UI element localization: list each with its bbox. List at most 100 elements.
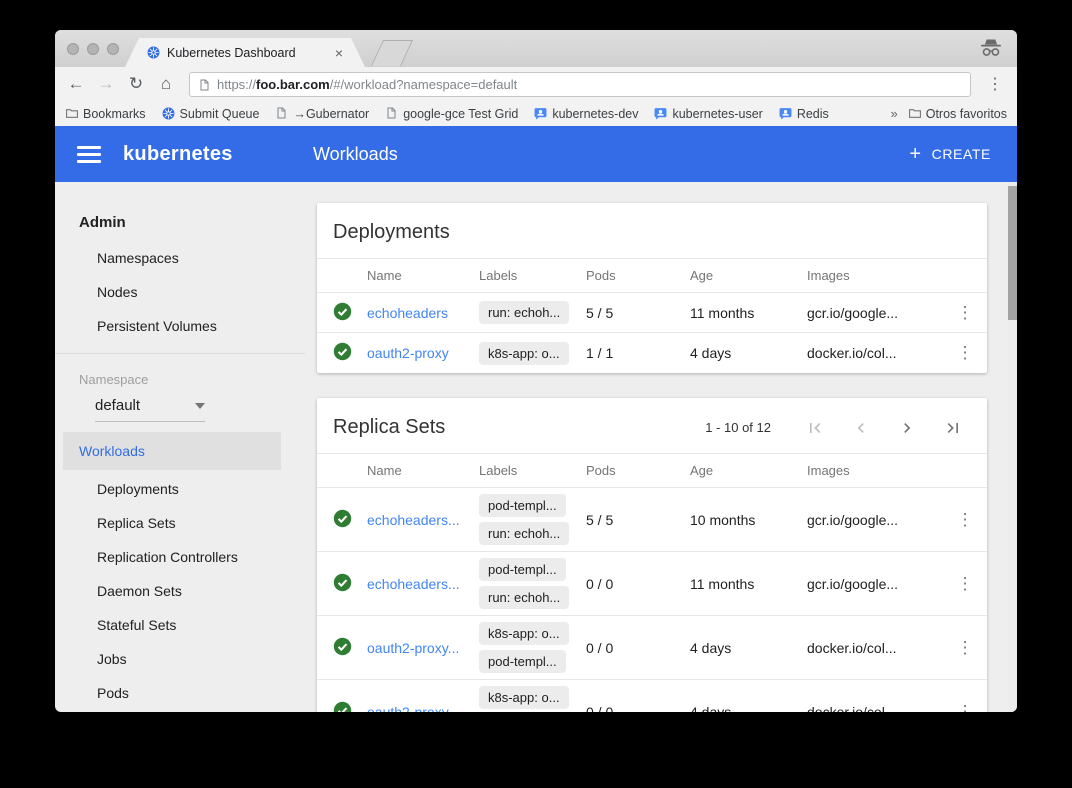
table-row: echoheaders... pod-templ... run: echoh..… <box>317 488 987 552</box>
close-window-button[interactable] <box>67 43 79 55</box>
resource-link[interactable]: echoheaders <box>367 305 479 321</box>
other-bookmarks-folder[interactable]: Otros favoritos <box>908 107 1007 121</box>
card-title: Deployments <box>333 221 971 244</box>
table-row: echoheaders... pod-templ... run: echoh..… <box>317 552 987 616</box>
address-bar[interactable]: https://foo.bar.com/#/workload?namespace… <box>189 72 971 97</box>
bookmark-gubernator[interactable]: →Gubernator <box>275 107 369 121</box>
pagination-range: 1 - 10 of 12 <box>705 420 771 435</box>
column-name: Name <box>367 463 479 478</box>
create-button[interactable]: + CREATE <box>909 143 991 166</box>
next-page-icon[interactable] <box>897 418 917 438</box>
sidebar-item-persistent-volumes[interactable]: Persistent Volumes <box>55 309 305 343</box>
age-cell: 4 days <box>690 704 807 713</box>
traffic-lights <box>67 43 119 55</box>
status-ok-icon <box>333 509 352 531</box>
browser-toolbar: ← → ↻ ⌂ https://foo.bar.com/#/workload?n… <box>55 67 1017 101</box>
browser-window: Kubernetes Dashboard × ← → ↻ ⌂ https://f… <box>55 30 1017 712</box>
age-cell: 10 months <box>690 512 807 528</box>
table-row: oauth2-proxy k8s-app: o... 1 / 1 4 days … <box>317 333 987 373</box>
hamburger-menu-icon[interactable] <box>77 146 101 163</box>
pods-cell: 5 / 5 <box>586 512 690 528</box>
images-cell: docker.io/col... <box>807 345 943 361</box>
url-text: https://foo.bar.com/#/workload?namespace… <box>217 77 517 92</box>
column-age: Age <box>690 268 807 283</box>
row-menu-kebab-icon[interactable]: ⋮ <box>943 638 987 658</box>
bookmarks-overflow-chevron-icon[interactable]: » <box>890 106 897 121</box>
sidebar-item-stateful-sets[interactable]: Stateful Sets <box>55 608 305 642</box>
column-images: Images <box>807 268 943 283</box>
table-row: echoheaders run: echoh... 5 / 5 11 month… <box>317 293 987 333</box>
page-icon <box>198 78 211 91</box>
sidebar-item-daemon-sets[interactable]: Daemon Sets <box>55 574 305 608</box>
page-scrollbar-thumb[interactable] <box>1008 186 1017 320</box>
age-cell: 11 months <box>690 305 807 321</box>
status-ok-icon <box>333 302 352 324</box>
resource-link[interactable]: oauth2-proxy... <box>367 640 479 656</box>
table-header: Name Labels Pods Age Images <box>317 453 987 488</box>
age-cell: 4 days <box>690 640 807 656</box>
tab-title: Kubernetes Dashboard <box>167 46 328 60</box>
sidebar-item-replica-sets[interactable]: Replica Sets <box>55 506 305 540</box>
page-title: Workloads <box>313 144 398 165</box>
namespace-select[interactable]: default <box>95 397 205 422</box>
row-menu-kebab-icon[interactable]: ⋮ <box>943 510 987 530</box>
deployments-card: Deployments Name Labels Pods Age Images … <box>317 203 987 373</box>
column-name: Name <box>367 268 479 283</box>
sidebar-item-pods[interactable]: Pods <box>55 676 305 710</box>
column-images: Images <box>807 463 943 478</box>
sidebar-item-deployments[interactable]: Deployments <box>55 472 305 506</box>
kubernetes-brand: kubernetes <box>123 143 233 166</box>
table-header: Name Labels Pods Age Images <box>317 258 987 293</box>
url-domain: foo.bar.com <box>256 77 330 92</box>
browser-menu-kebab-icon[interactable]: ⋮ <box>981 74 1009 94</box>
column-pods: Pods <box>586 268 690 283</box>
last-page-icon[interactable] <box>943 418 963 438</box>
namespace-label: Namespace <box>55 368 305 397</box>
minimize-window-button[interactable] <box>87 43 99 55</box>
sidebar-item-nodes[interactable]: Nodes <box>55 275 305 309</box>
back-icon[interactable]: ← <box>63 71 89 97</box>
sidebar-item-jobs[interactable]: Jobs <box>55 642 305 676</box>
sidebar-item-replication-controllers[interactable]: Replication Controllers <box>55 540 305 574</box>
forward-icon[interactable]: → <box>93 71 119 97</box>
row-menu-kebab-icon[interactable]: ⋮ <box>943 343 987 363</box>
resource-link[interactable]: oauth2-proxy <box>367 345 479 361</box>
page-scrollbar-track[interactable] <box>1008 182 1017 712</box>
resource-link[interactable]: echoheaders... <box>367 512 479 528</box>
row-menu-kebab-icon[interactable]: ⋮ <box>943 303 987 323</box>
previous-page-icon[interactable] <box>851 418 871 438</box>
status-ok-icon <box>333 701 352 713</box>
bookmark-google-gce-test-grid[interactable]: google-gce Test Grid <box>385 107 518 121</box>
reload-icon[interactable]: ↻ <box>123 71 149 97</box>
row-menu-kebab-icon[interactable]: ⋮ <box>943 574 987 594</box>
page-icon <box>385 107 398 120</box>
bookmark-submit-queue[interactable]: Submit Queue <box>162 107 260 121</box>
bookmark-kubernetes-dev[interactable]: kubernetes-dev <box>534 107 638 121</box>
resource-link[interactable]: oauth2-proxy... <box>367 704 479 713</box>
bookmark-redis[interactable]: Redis <box>779 107 829 121</box>
bookmark-kubernetes-user[interactable]: kubernetes-user <box>654 107 762 121</box>
plus-icon: + <box>909 143 921 166</box>
folder-icon <box>908 107 921 120</box>
new-tab-button[interactable] <box>371 40 413 66</box>
sidebar-item-workloads[interactable]: Workloads <box>63 432 281 470</box>
groups-icon <box>779 107 792 120</box>
zoom-window-button[interactable] <box>107 43 119 55</box>
row-menu-kebab-icon[interactable]: ⋮ <box>943 702 987 713</box>
resource-link[interactable]: echoheaders... <box>367 576 479 592</box>
sidebar-item-namespaces[interactable]: Namespaces <box>55 241 305 275</box>
label-chip: pod-templ... <box>479 650 566 673</box>
bookmark-bookmarks[interactable]: Bookmarks <box>65 107 146 121</box>
home-icon[interactable]: ⌂ <box>153 71 179 97</box>
tab-close-icon[interactable]: × <box>335 45 343 61</box>
replica-sets-card: Replica Sets 1 - 10 of 12 Name Labels Po… <box>317 398 987 712</box>
browser-tab[interactable]: Kubernetes Dashboard × <box>125 38 365 67</box>
first-page-icon[interactable] <box>805 418 825 438</box>
age-cell: 4 days <box>690 345 807 361</box>
sidebar-divider <box>55 353 305 354</box>
label-chip: k8s-app: o... <box>479 622 569 645</box>
incognito-icon <box>979 38 1003 60</box>
label-chip: k8s-app: o... <box>479 686 569 709</box>
sidebar-item-admin[interactable]: Admin <box>55 214 305 241</box>
groups-icon <box>654 107 667 120</box>
